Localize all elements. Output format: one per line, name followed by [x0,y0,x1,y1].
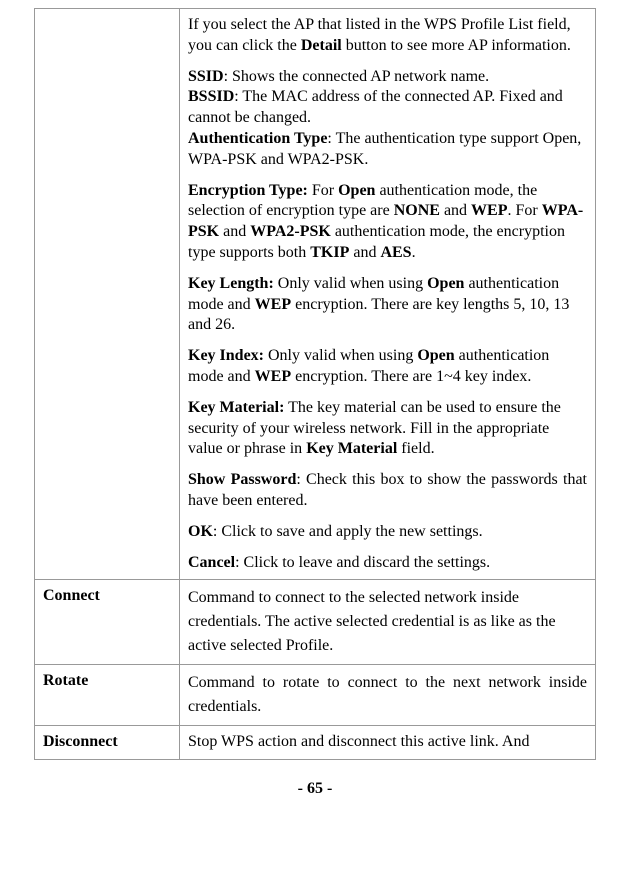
paragraph: Show Password: Check this box to show th… [188,470,587,512]
row-label: Rotate [35,665,180,726]
paragraph: Encryption Type: For Open authentication… [188,181,587,264]
page-number: - 65 - [34,780,596,798]
table-row: If you select the AP that listed in the … [35,9,596,580]
row-description: Stop WPS action and disconnect this acti… [180,726,596,760]
row-label: Connect [35,580,180,665]
paragraph: Cancel: Click to leave and discard the s… [188,553,587,574]
table-row: Rotate Command to rotate to connect to t… [35,665,596,726]
paragraph: SSID: Shows the connected AP network nam… [188,67,587,171]
row-label [35,9,180,580]
paragraph: Key Index: Only valid when using Open au… [188,346,587,388]
paragraph: OK: Click to save and apply the new sett… [188,522,587,543]
paragraph: If you select the AP that listed in the … [188,15,587,57]
row-description: Command to connect to the selected netwo… [180,580,596,665]
row-description: If you select the AP that listed in the … [180,9,596,580]
table-row: Disconnect Stop WPS action and disconnec… [35,726,596,760]
paragraph: Key Length: Only valid when using Open a… [188,274,587,336]
table-row: Connect Command to connect to the select… [35,580,596,665]
row-description: Command to rotate to connect to the next… [180,665,596,726]
definition-table: If you select the AP that listed in the … [34,8,596,760]
paragraph: Key Material: The key material can be us… [188,398,587,460]
row-label: Disconnect [35,726,180,760]
